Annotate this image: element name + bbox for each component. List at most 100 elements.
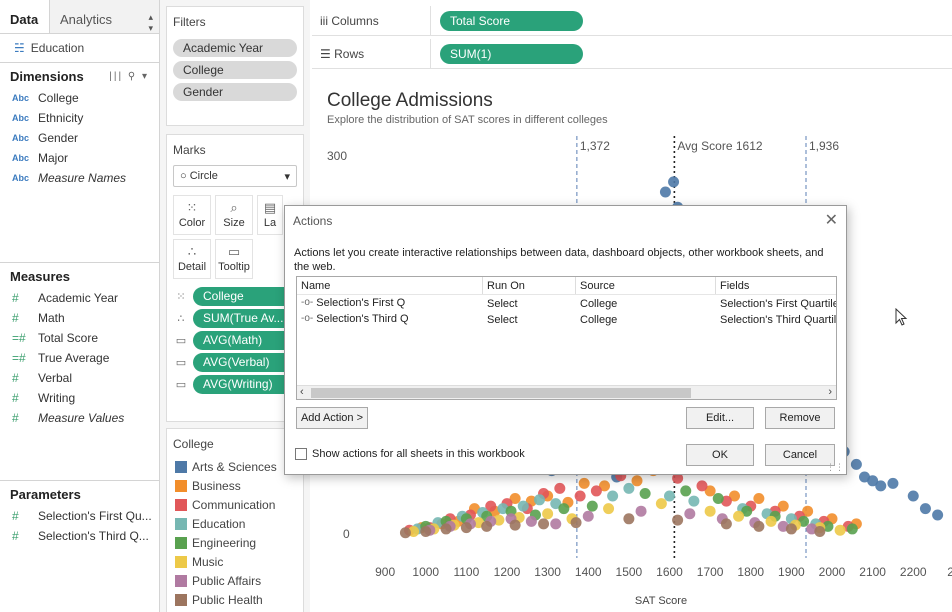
marks-field-pill[interactable]: AVG(Math)	[193, 330, 297, 350]
field-item[interactable]: # Verbal	[0, 368, 159, 388]
data-point[interactable]	[672, 514, 684, 526]
legend-item[interactable]: Engineering	[167, 533, 303, 552]
data-point[interactable]	[460, 522, 472, 534]
data-point[interactable]	[517, 500, 529, 512]
marks-field[interactable]: ▭ AVG(Math)	[167, 329, 303, 351]
show-all-sheets-option[interactable]: Show actions for all sheets in this work…	[295, 448, 525, 460]
marks-field-pill[interactable]: College	[193, 286, 297, 306]
data-point[interactable]	[623, 482, 635, 494]
data-point[interactable]	[590, 485, 602, 497]
chevron-right-icon[interactable]: ›	[828, 386, 832, 398]
data-point[interactable]	[696, 480, 708, 492]
data-point[interactable]	[765, 515, 777, 527]
columns-shelf[interactable]: iii Columns Total Score	[312, 6, 952, 36]
action-row[interactable]: -o- Selection's Third Q Select College Selec…	[297, 311, 836, 327]
data-point[interactable]	[574, 490, 586, 502]
field-item[interactable]: # Academic Year	[0, 288, 159, 308]
legend-item[interactable]: Communication	[167, 495, 303, 514]
col-header-run-on[interactable]: Run On	[483, 277, 576, 294]
chevron-left-icon[interactable]: ‹	[300, 386, 304, 398]
updown-icon[interactable]: ▴ ▾	[148, 12, 153, 34]
field-item[interactable]: Abc Major	[0, 148, 159, 168]
legend-item[interactable]: Public Affairs	[167, 571, 303, 590]
data-point[interactable]	[586, 500, 598, 512]
data-point[interactable]	[733, 510, 745, 522]
marks-field-pill[interactable]: AVG(Writing)	[193, 374, 297, 394]
field-item[interactable]: Abc Measure Names	[0, 168, 159, 188]
actions-list[interactable]: Name Run On Source Fields -o- Selection's…	[296, 276, 837, 400]
marks-field[interactable]: ∴ SUM(True Av...	[167, 307, 303, 329]
rows-pill[interactable]: SUM(1)	[440, 44, 583, 64]
data-point[interactable]	[420, 525, 432, 537]
filter-pill[interactable]: Gender	[173, 83, 297, 101]
data-point[interactable]	[534, 494, 545, 506]
data-point[interactable]	[704, 505, 716, 517]
marks-size-button[interactable]: ⌕ Size	[215, 195, 253, 235]
data-point[interactable]	[887, 477, 899, 489]
marks-field-pill[interactable]: AVG(Verbal)	[193, 352, 297, 372]
tab-data[interactable]: Data	[0, 0, 50, 33]
field-item[interactable]: # Math	[0, 308, 159, 328]
col-header-fields[interactable]: Fields	[716, 277, 836, 294]
data-point[interactable]	[603, 503, 615, 515]
add-action-button[interactable]: Add Action >	[296, 407, 368, 429]
data-point[interactable]	[875, 480, 887, 492]
data-point[interactable]	[688, 495, 700, 507]
rows-shelf[interactable]: ☰ Rows SUM(1)	[312, 39, 952, 69]
legend-item[interactable]: Arts & Sciences	[167, 457, 303, 476]
data-point[interactable]	[659, 186, 671, 198]
field-item[interactable]: # Measure Values	[0, 408, 159, 428]
scrollbar-thumb[interactable]	[311, 388, 691, 398]
field-item[interactable]: =# True Average	[0, 348, 159, 368]
legend-item[interactable]: Education	[167, 514, 303, 533]
field-item[interactable]: Abc Ethnicity	[0, 108, 159, 128]
data-point[interactable]	[558, 503, 570, 515]
data-point[interactable]	[919, 503, 931, 515]
datasource-item[interactable]: ☵ Education	[0, 34, 159, 62]
chevron-down-icon[interactable]: ▾	[142, 71, 149, 82]
data-point[interactable]	[834, 524, 846, 536]
data-point[interactable]	[399, 527, 411, 539]
mark-type-select[interactable]: ○ Circle ▾	[173, 165, 297, 187]
data-point[interactable]	[542, 508, 554, 520]
legend-item[interactable]: Business	[167, 476, 303, 495]
marks-field-pill[interactable]: SUM(True Av...	[193, 308, 297, 328]
columns-pill[interactable]: Total Score	[440, 11, 583, 31]
data-point[interactable]	[814, 525, 826, 537]
data-point[interactable]	[680, 485, 692, 497]
data-point[interactable]	[753, 520, 765, 532]
field-item[interactable]: =# Total Score	[0, 328, 159, 348]
legend-item[interactable]: Music	[167, 552, 303, 571]
show-all-checkbox[interactable]	[295, 448, 307, 460]
data-point[interactable]	[753, 493, 765, 505]
data-point[interactable]	[668, 176, 680, 188]
data-point[interactable]	[582, 510, 594, 522]
action-row[interactable]: -o- Selection's First Q Select College Selec…	[297, 295, 836, 311]
marks-field[interactable]: ▭ AVG(Verbal)	[167, 351, 303, 373]
cancel-button[interactable]: Cancel	[765, 444, 835, 466]
col-header-name[interactable]: Name	[297, 277, 483, 294]
data-point[interactable]	[850, 458, 862, 470]
data-point[interactable]	[481, 520, 493, 532]
close-icon[interactable]: ✕	[825, 210, 838, 230]
data-point[interactable]	[712, 493, 724, 505]
data-point[interactable]	[525, 515, 537, 527]
field-item[interactable]: # Selection's Third Q...	[0, 526, 159, 546]
marks-tooltip-button[interactable]: ▭ Tooltip	[215, 239, 253, 279]
data-point[interactable]	[578, 477, 590, 489]
data-point[interactable]	[635, 505, 647, 517]
legend-item[interactable]: Public Health	[167, 590, 303, 609]
data-point[interactable]	[664, 490, 675, 502]
ok-button[interactable]: OK	[686, 444, 754, 466]
col-header-source[interactable]: Source	[576, 277, 716, 294]
data-point[interactable]	[538, 518, 550, 530]
data-point[interactable]	[554, 482, 566, 494]
data-point[interactable]	[932, 509, 944, 521]
field-item[interactable]: Abc College	[0, 88, 159, 108]
data-point[interactable]	[607, 490, 619, 502]
filter-pill[interactable]: Academic Year	[173, 39, 297, 57]
data-point[interactable]	[623, 513, 635, 525]
data-point[interactable]	[631, 475, 643, 487]
marks-color-button[interactable]: ⁙ Color	[173, 195, 211, 235]
data-point[interactable]	[639, 487, 651, 499]
